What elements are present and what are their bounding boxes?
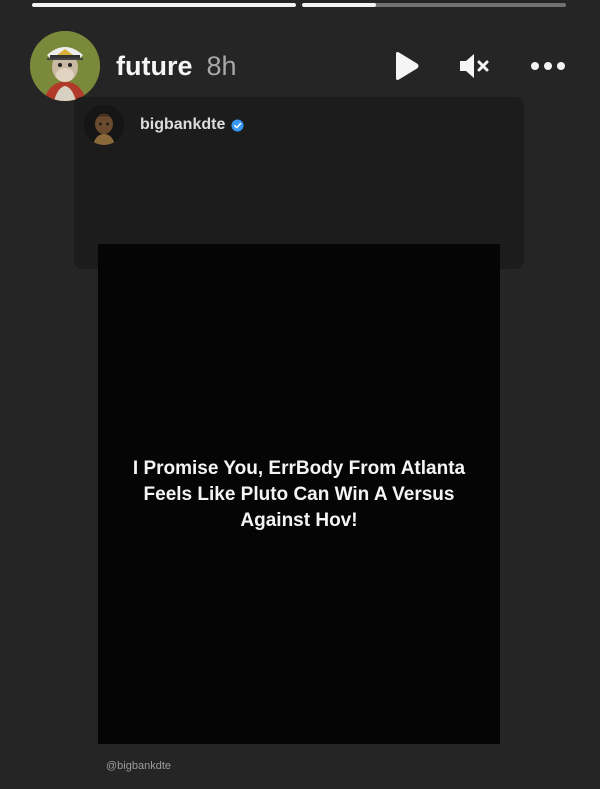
story-media[interactable]: I Promise You, ErrBody From Atlanta Feel… (98, 244, 500, 744)
play-button[interactable] (392, 51, 420, 81)
avatar[interactable] (30, 31, 100, 101)
shared-post-header: bigbankdte (84, 105, 244, 145)
story-header: future 8h (30, 30, 570, 102)
story-viewer: future 8h bigbankdte I Promise You, ErrB… (0, 0, 600, 789)
story-username[interactable]: future (116, 51, 193, 82)
progress-segment-2 (302, 3, 566, 7)
play-icon (396, 52, 419, 80)
progress-fill-2 (302, 3, 376, 7)
story-progress (32, 3, 566, 7)
verified-badge-icon (231, 118, 244, 132)
story-timestamp: 8h (206, 50, 237, 81)
bored-ape-avatar-icon (30, 31, 100, 101)
shared-post-avatar[interactable] (84, 105, 124, 145)
quote-text: I Promise You, ErrBody From Atlanta Feel… (132, 458, 466, 531)
profile-avatar-icon (84, 105, 124, 145)
progress-fill-1 (32, 3, 296, 7)
shared-post-username[interactable]: bigbankdte (140, 116, 225, 134)
more-options-icon (531, 62, 565, 70)
mute-button[interactable] (458, 51, 492, 81)
more-options-button[interactable] (530, 61, 566, 71)
muted-speaker-icon (460, 54, 489, 78)
story-controls (392, 51, 566, 81)
media-credit: @bigbankdte (106, 760, 171, 772)
progress-segment-1 (32, 3, 296, 7)
